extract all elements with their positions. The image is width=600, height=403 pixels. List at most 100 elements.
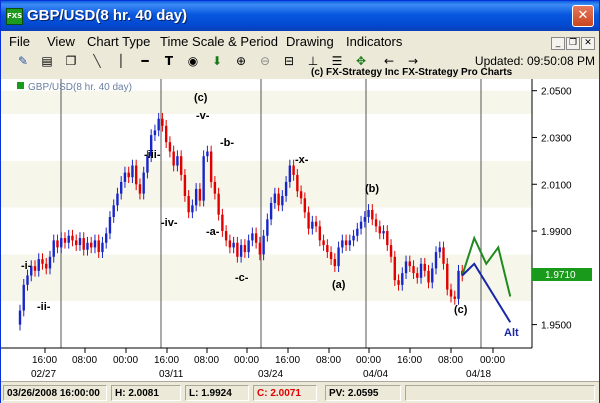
candle-body [423,263,426,271]
candle-body [314,221,318,227]
candle-body [434,252,438,269]
candle-body [101,242,104,253]
menu-indicators[interactable]: Indicators [346,34,402,49]
x-tick-label: 16:00 [154,355,179,366]
candle-body [356,228,359,236]
candle-body [108,217,112,234]
candle-body [374,219,378,227]
candle-body [307,212,310,229]
y-tick-label: 2.0100 [541,180,572,191]
candle-body [22,284,25,311]
text-icon[interactable]: T [161,53,177,69]
candle-body [416,273,419,278]
legend-swatch [17,82,24,89]
candle-body [404,261,408,274]
copy-icon[interactable]: ❐ [63,53,79,69]
zoom-in-icon[interactable]: ⊕ [233,53,249,69]
price-band [1,90,532,115]
status-close: C: 2.0071 [253,385,317,401]
menu-time-scale[interactable]: Time Scale & Period [160,34,278,49]
v-line-icon[interactable]: │ [113,53,129,69]
candle-body [337,247,340,267]
candle-body [123,172,127,182]
close-button[interactable]: ✕ [572,5,594,27]
candle-body [344,240,348,246]
line-icon[interactable]: ╲ [89,53,105,69]
candle-body [112,205,115,218]
pencil-icon[interactable]: ✎ [15,53,31,69]
x-tick-label: 08:00 [194,355,219,366]
candle-body [183,174,187,196]
candle-body [284,181,288,196]
x-tick-label: 08:00 [438,355,463,366]
candle-body [378,226,381,234]
candle-body [318,226,322,241]
menu-bar: File View Chart Type Time Scale & Period… [1,31,599,51]
status-high: H: 2.0081 [111,385,181,401]
candle-body [273,193,277,203]
candle-body [127,172,130,178]
candle-body [266,219,269,236]
down-arrow-icon[interactable]: ⬇ [209,53,225,69]
x-tick-label: 00:00 [113,355,138,366]
candle-body [419,263,423,278]
mdi-controls: _ ❐ ✕ [550,34,595,50]
wave-label: -a- [206,226,220,238]
lock-icon[interactable]: ⊟ [281,53,297,69]
candle-body [202,156,205,201]
candle-body [311,221,314,229]
candle-body [303,198,307,213]
candle-body [67,235,70,243]
mdi-minimize-button[interactable]: _ [551,37,565,50]
candle-body [408,261,411,267]
candle-body [442,247,445,264]
wave-label: (b) [365,183,379,195]
candle-body [52,240,55,257]
status-low: L: 1.9924 [185,385,249,401]
app-window: FXS GBP/USD(8 hr. 40 day) ✕ File View Ch… [0,0,600,403]
wave-label: -iii- [144,149,161,161]
candle-body [281,195,284,206]
candle-body [45,263,48,269]
candle-body [446,263,449,290]
mdi-restore-button[interactable]: ❐ [566,37,580,50]
x-date-label: 02/27 [31,369,56,380]
candle-body [288,165,292,182]
price-band [1,114,532,161]
menu-drawing[interactable]: Drawing [286,34,334,49]
candle-body [86,242,89,250]
x-tick-label: 08:00 [316,355,341,366]
menu-chart-type[interactable]: Chart Type [87,34,150,49]
candle-body [277,193,280,206]
candle-body [60,238,63,248]
candle-body [258,242,262,255]
candle-body [352,235,355,241]
candle-body [78,238,82,246]
candle-body [105,233,108,243]
title-bar[interactable]: FXS GBP/USD(8 hr. 40 day) ✕ [1,1,599,31]
candle-body [116,193,119,206]
wave-label: (a) [332,279,346,291]
print-icon[interactable]: ▤ [39,53,55,69]
wave-label: (c) [454,304,468,316]
status-empty [405,385,595,401]
h-line-icon[interactable]: ━ [137,53,153,69]
menu-view[interactable]: View [47,34,75,49]
price-chart[interactable]: -i- -ii- -iii- -iv- (c) -v- -a- -b- -c- -x- (a) (b)… [1,79,599,381]
candle-body [56,240,59,248]
x-date-label: 04/04 [363,369,388,380]
candle-body [389,245,393,257]
candle-body [239,245,243,257]
dot-icon[interactable]: ◉ [185,53,201,69]
candle-body [457,270,460,299]
mdi-close-button[interactable]: ✕ [581,37,595,50]
x-tick-label: 00:00 [480,355,505,366]
menu-file[interactable]: File [9,34,30,49]
candle-body [322,240,325,246]
candle-body [217,193,220,215]
price-band [1,301,532,325]
y-tick-label: 2.0300 [541,133,572,144]
wave-label: -ii- [37,301,51,313]
zoom-out-icon[interactable]: ⊖ [257,53,273,69]
app-icon: FXS [6,8,23,25]
